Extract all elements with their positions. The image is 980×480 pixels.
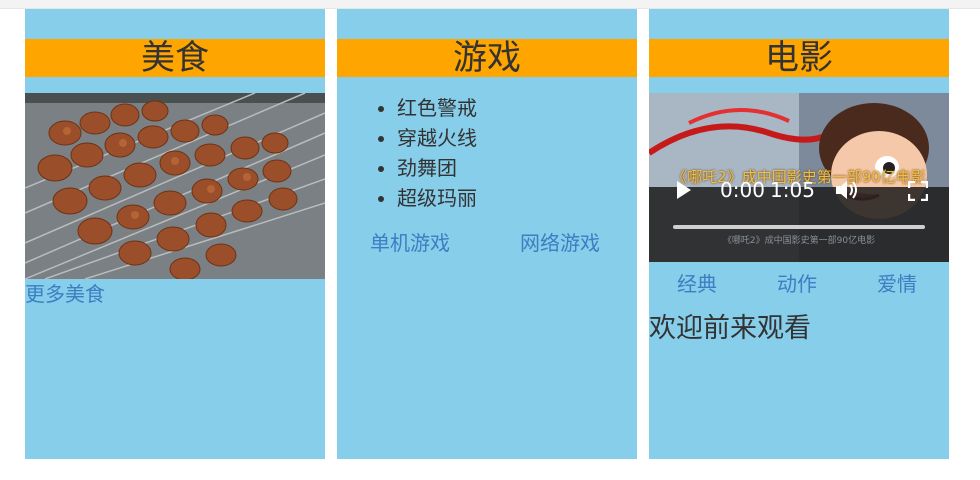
list-item: 红色警戒: [397, 93, 477, 123]
play-icon[interactable]: [677, 181, 691, 199]
food-header: 美食: [25, 39, 325, 77]
movie-panel: 电影 《哪吒2》成中国影史第一部90亿电影 《哪吒2》成中国影史第一部90亿电影…: [649, 9, 949, 459]
welcome-text: 欢迎前来观看: [649, 313, 811, 344]
food-image: [25, 93, 325, 279]
action-movies-link[interactable]: 动作: [777, 271, 817, 297]
game-list: 红色警戒 穿越火线 劲舞团 超级玛丽: [337, 93, 477, 213]
video-progress-bar[interactable]: [673, 225, 925, 229]
video-controls: 0:00 1:05: [649, 177, 949, 262]
fullscreen-icon[interactable]: [908, 181, 928, 201]
skewer-photo: [25, 93, 325, 279]
movie-header: 电影: [649, 39, 949, 77]
browser-top-edge: [0, 0, 980, 9]
romance-movies-link[interactable]: 爱情: [877, 271, 917, 297]
game-header: 游戏: [337, 39, 637, 77]
list-item: 超级玛丽: [397, 183, 477, 213]
single-player-games-link[interactable]: 单机游戏: [370, 229, 450, 257]
list-item: 劲舞团: [397, 153, 477, 183]
game-panel: 游戏 红色警戒 穿越火线 劲舞团 超级玛丽 单机游戏 网络游戏: [337, 9, 637, 459]
total-time: 1:05: [770, 178, 815, 202]
volume-icon[interactable]: [834, 179, 860, 201]
classic-movies-link[interactable]: 经典: [677, 271, 717, 297]
list-item: 穿越火线: [397, 123, 477, 153]
video-player[interactable]: 《哪吒2》成中国影史第一部90亿电影 《哪吒2》成中国影史第一部90亿电影 0:…: [649, 93, 949, 262]
food-panel: 美食 更多美食: [25, 9, 325, 459]
more-food-link[interactable]: 更多美食: [25, 281, 105, 307]
online-games-link[interactable]: 网络游戏: [520, 229, 600, 257]
current-time: 0:00: [720, 178, 765, 202]
